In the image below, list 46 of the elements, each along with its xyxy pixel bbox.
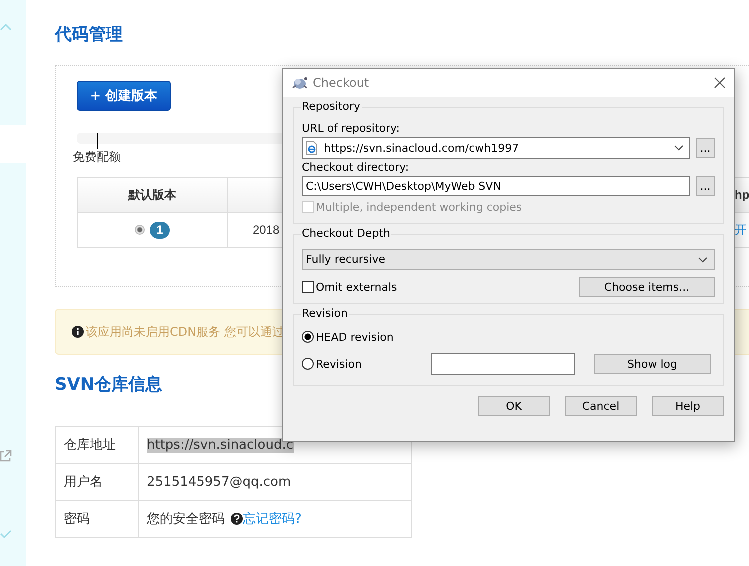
group-label: Checkout Depth: [301, 227, 392, 240]
radio-button[interactable]: [134, 225, 145, 235]
depth-dropdown[interactable]: Fully recursive: [302, 249, 715, 270]
directory-field[interactable]: C:\Users\CWH\Desktop\MyWeb SVN: [302, 176, 690, 196]
field-label: URL of repository:: [302, 122, 401, 135]
selected-text: https://svn.sinacloud.c: [147, 438, 294, 452]
table-cell: 密码: [56, 500, 138, 538]
browse-button[interactable]: ...: [696, 138, 715, 158]
caret-icon: [698, 256, 708, 262]
field-label: Checkout directory:: [302, 161, 410, 174]
dialog-button[interactable]: OK: [478, 396, 550, 416]
checkbox-label: Omit externals: [316, 280, 398, 294]
section-title: 代码管理: [55, 24, 124, 47]
create-version-button[interactable]: + 创建版本: [77, 81, 171, 111]
browse-button[interactable]: ...: [696, 176, 715, 196]
radio-button[interactable]: [302, 331, 314, 343]
group-label: Repository: [301, 100, 362, 113]
table-cell: 用户名: [56, 464, 138, 500]
info-icon: [72, 326, 84, 338]
checkbox[interactable]: [302, 281, 314, 293]
table-cell: 2515145957@qq.com: [138, 464, 412, 500]
table-header: hp: [734, 178, 749, 212]
dialog-button[interactable]: Help: [652, 396, 724, 416]
revision-field[interactable]: [431, 353, 575, 375]
radio-button[interactable]: [302, 358, 314, 370]
table-cell: 仓库地址: [56, 426, 138, 464]
dialog-title: Checkout: [313, 76, 370, 90]
close-icon[interactable]: [714, 77, 726, 89]
caret-icon: [674, 145, 684, 151]
radio-label: HEAD revision: [316, 330, 394, 344]
quota-label: 免费配额: [73, 149, 121, 165]
dialog-button[interactable]: Cancel: [565, 396, 637, 416]
table-header: 默认版本: [78, 178, 228, 212]
checkbox-label: Multiple, independent working copies: [316, 200, 522, 214]
check-icon: [0, 530, 12, 539]
forgot-password-link[interactable]: 忘记密码?: [243, 512, 302, 527]
url-combobox[interactable]: https://svn.sinacloud.com/cwh1997: [302, 137, 690, 159]
section-title: SVN仓库信息: [55, 374, 164, 397]
quota-marker: [97, 133, 98, 149]
password-text: 您的安全密码: [147, 512, 225, 527]
version-badge: 1: [150, 222, 170, 238]
file-icon: [306, 140, 318, 156]
show-log-button[interactable]: Show log: [594, 354, 711, 374]
group-label: Revision: [301, 307, 349, 320]
choose-items-button[interactable]: Choose items...: [579, 277, 715, 297]
radio-label: Revision: [316, 358, 362, 370]
